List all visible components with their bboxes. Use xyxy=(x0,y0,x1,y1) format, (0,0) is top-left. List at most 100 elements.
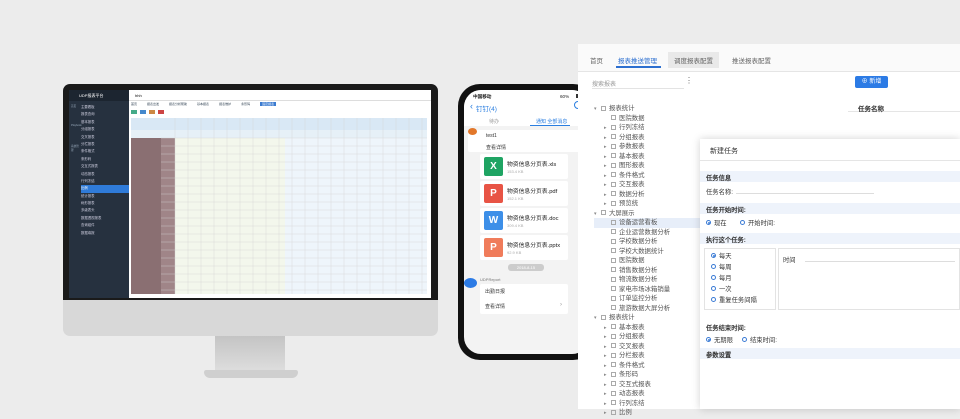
tree-node[interactable]: ▸ 交互式报表 xyxy=(594,380,702,390)
task-name-input[interactable] xyxy=(736,185,874,194)
desktop-menu-item[interactable]: 查询组件 xyxy=(81,222,129,229)
checkbox[interactable] xyxy=(611,276,616,282)
report-search-input[interactable]: 搜索报表 xyxy=(592,79,684,89)
desktop-menu-item[interactable]: 报表查询 xyxy=(81,111,129,118)
checkbox[interactable] xyxy=(611,305,616,311)
tree-node[interactable]: 订单监控分析 xyxy=(594,294,702,304)
tree-node[interactable]: ▾ 报表统计 xyxy=(594,313,702,323)
frequency-radio[interactable]: 重复任务间隔 xyxy=(711,295,757,304)
checkbox[interactable] xyxy=(611,143,616,149)
tree-node[interactable]: ▸ 基本报表 xyxy=(594,152,702,162)
desktop-menu-item[interactable]: 动态报表 xyxy=(81,171,129,178)
tree-node[interactable]: ▸ 分组报表 xyxy=(594,133,702,143)
checkbox[interactable] xyxy=(611,124,616,130)
desktop-menu-item[interactable]: 行列冻结 xyxy=(81,178,129,185)
checkbox[interactable] xyxy=(611,286,616,292)
checkbox[interactable] xyxy=(611,324,616,330)
tree-node[interactable]: ▸ 参数报表 xyxy=(594,142,702,152)
start-now-radio[interactable]: 现在 xyxy=(706,218,727,227)
tree-node[interactable]: ▸ 比例 xyxy=(594,408,702,418)
tree-node[interactable]: ▸ 数据分析 xyxy=(594,190,702,200)
desktop-tab[interactable]: 首页 xyxy=(131,102,137,106)
tree-node[interactable]: 医院数据 xyxy=(594,256,702,266)
checkbox[interactable] xyxy=(611,181,616,187)
checkbox[interactable] xyxy=(611,381,616,387)
checkbox[interactable] xyxy=(611,352,616,358)
file-attachment[interactable]: W 物资信息分页表.doc 309.4 KB xyxy=(480,208,568,233)
tree-node[interactable]: 销售数据分析 xyxy=(594,266,702,276)
expand-arrow-icon[interactable]: ▾ xyxy=(594,105,601,115)
desktop-menu-item[interactable]: 主要看板 xyxy=(81,104,129,111)
checkbox[interactable] xyxy=(611,134,616,140)
tree-node[interactable]: 学校大数据统计 xyxy=(594,247,702,257)
tree-node[interactable]: ▸ 交叉报表 xyxy=(594,342,702,352)
tree-node[interactable]: 设备运营看板 xyxy=(594,218,702,228)
desktop-tab[interactable]: 条形码 xyxy=(241,102,250,106)
frequency-radio[interactable]: 每周 xyxy=(711,262,732,271)
desktop-menu-item[interactable]: 基本报表 xyxy=(81,119,129,126)
desktop-menu-item[interactable]: 数据填报 xyxy=(81,230,129,237)
frequency-radio[interactable]: 每天 xyxy=(711,251,732,260)
checkbox[interactable] xyxy=(611,172,616,178)
tab-home[interactable]: 首页 xyxy=(590,55,603,65)
frequency-radio[interactable]: 一次 xyxy=(711,284,732,293)
expand-arrow-icon[interactable]: ▸ xyxy=(604,409,611,419)
checkbox[interactable] xyxy=(611,371,616,377)
checkbox[interactable] xyxy=(611,248,616,254)
tree-node[interactable]: ▸ 条件格式 xyxy=(594,171,702,181)
add-task-button[interactable]: ⊕ 新增 xyxy=(855,76,888,88)
tree-node[interactable]: 物流数据分析 xyxy=(594,275,702,285)
checkbox[interactable] xyxy=(611,295,616,301)
checkbox[interactable] xyxy=(611,229,616,235)
checkbox[interactable] xyxy=(611,115,616,121)
desktop-tab[interactable]: 基本报表 xyxy=(197,102,209,106)
checkbox[interactable] xyxy=(611,200,616,206)
checkbox[interactable] xyxy=(611,409,616,415)
desktop-menu-item[interactable]: 交叉报表 xyxy=(81,134,129,141)
checkbox[interactable] xyxy=(611,390,616,396)
tree-node[interactable]: ▸ 行列冻结 xyxy=(594,123,702,133)
tree-node[interactable]: 旅游数据大屏分析 xyxy=(594,304,702,314)
expand-arrow-icon[interactable]: ▾ xyxy=(594,314,601,324)
checkbox[interactable] xyxy=(611,333,616,339)
tree-node[interactable]: ▸ 分栏报表 xyxy=(594,351,702,361)
checkbox[interactable] xyxy=(601,105,606,111)
desktop-tab[interactable]: 固定报表 xyxy=(260,102,277,106)
playbook-icon[interactable]: Playbook xyxy=(71,124,82,144)
desktop-menu-item[interactable]: 统计报表 xyxy=(81,193,129,200)
tree-node[interactable]: ▸ 分组报表 xyxy=(594,332,702,342)
desktop-menu-item[interactable]: 交互式报表 xyxy=(81,163,129,170)
checkbox[interactable] xyxy=(611,267,616,273)
tree-node[interactable]: 学校数据分析 xyxy=(594,237,702,247)
checkbox[interactable] xyxy=(611,191,616,197)
checkbox[interactable] xyxy=(611,343,616,349)
settings-icon[interactable]: 系统管理 xyxy=(71,144,80,164)
notice-card[interactable]: 出勤日报 查看详情 › xyxy=(480,284,568,314)
no-end-radio[interactable]: 无期限 xyxy=(706,335,733,344)
tab-push-manage[interactable]: 报表推送管理 xyxy=(618,55,657,65)
file-attachment[interactable]: X 物资信息分页表.xls 153.4 KB xyxy=(480,154,568,179)
home-icon[interactable]: 首页 xyxy=(71,104,80,124)
back-arrow-icon[interactable]: ‹ xyxy=(470,101,473,111)
expand-arrow-icon[interactable]: ▾ xyxy=(594,210,601,220)
tree-node[interactable]: ▸ 条件格式 xyxy=(594,361,702,371)
checkbox[interactable] xyxy=(611,153,616,159)
tab-schedule-config[interactable]: 调度报表配置 xyxy=(668,52,719,68)
checkbox[interactable] xyxy=(611,362,616,368)
tab-push-config[interactable]: 推送报表配置 xyxy=(732,55,771,65)
time-input[interactable] xyxy=(805,253,955,262)
desktop-menu-item[interactable]: 比例 xyxy=(81,185,129,193)
tree-node[interactable]: ▸ 交互报表 xyxy=(594,180,702,190)
tree-node[interactable]: ▸ 基本报表 xyxy=(594,323,702,333)
checkbox[interactable] xyxy=(611,219,616,225)
desktop-menu-item[interactable]: 树形报表 xyxy=(81,200,129,207)
tree-node[interactable]: 企业运营数据分析 xyxy=(594,228,702,238)
desktop-menu-item[interactable]: 分栏报表 xyxy=(81,141,129,148)
frequency-radio[interactable]: 每月 xyxy=(711,273,732,282)
checkbox[interactable] xyxy=(611,238,616,244)
tree-node[interactable]: 家电市场冰箱销量 xyxy=(594,285,702,295)
back-button[interactable]: 钉钉(4) xyxy=(476,103,497,113)
checkbox[interactable] xyxy=(611,162,616,168)
desktop-menu-item[interactable]: 分组报表 xyxy=(81,126,129,133)
more-icon[interactable]: ⋮ xyxy=(685,77,693,85)
